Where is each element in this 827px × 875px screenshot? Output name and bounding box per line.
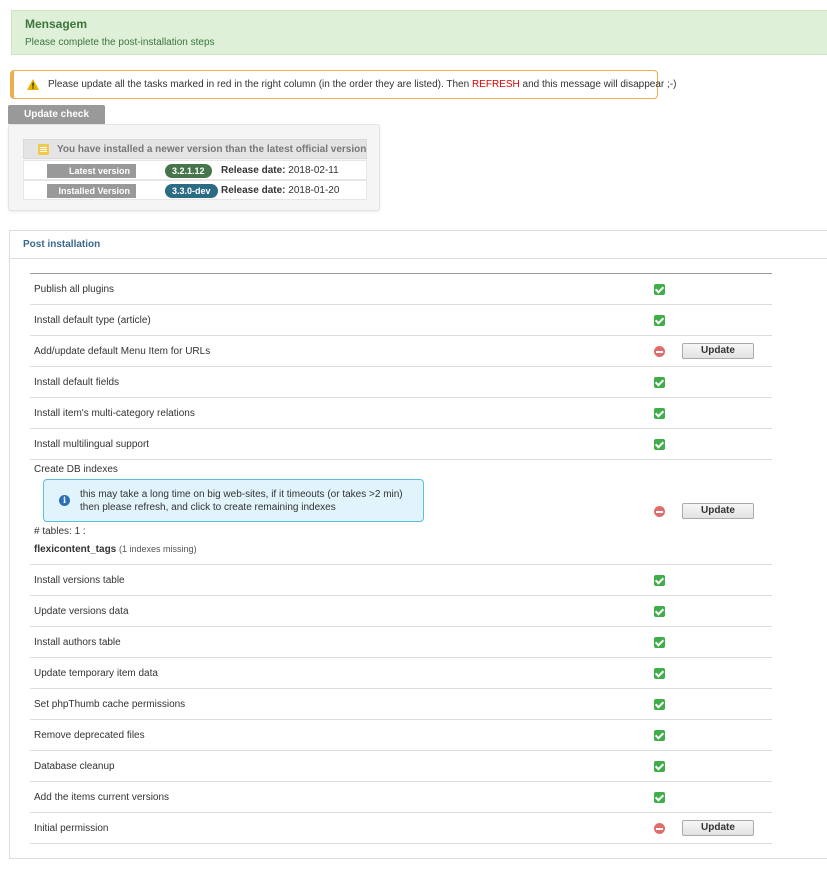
task-row: Update versions data [30,596,772,627]
task-row: Initial permission Update [30,813,772,844]
status-error-icon [654,823,665,834]
latest-version-badge: 3.2.1.12 [165,164,212,178]
task-label: Add the items current versions [34,792,170,803]
task-label: Install item's multi-category relations [34,408,195,419]
task-label: Initial permission [34,823,109,834]
message-text: Please complete the post-installation st… [25,37,215,48]
status-ok-icon [654,439,665,450]
version-notice: You have installed a newer version than … [23,139,367,159]
installed-version-badge: 3.3.0-dev [165,184,218,198]
latest-version-label: Latest version [47,164,136,178]
task-row: Update temporary item data [30,658,772,689]
task-row: Install default type (article) [30,305,772,336]
status-ok-icon [654,284,665,295]
task-label: Install versions table [34,575,125,586]
system-message: Mensagem Please complete the post-instal… [11,10,827,55]
task-label: Database cleanup [34,761,115,772]
task-row: Add/update default Menu Item for URLs Upd… [30,336,772,367]
post-installation-title: Post installation [23,239,101,250]
refresh-text: REFRESH [471,79,520,90]
installed-version-label: Installed Version [47,184,136,198]
warning-text-after: and this message will disappear ;-) [519,79,677,90]
missing-indexes: (1 indexes missing) [119,544,197,554]
db-table-entry: flexicontent_tags (1 indexes missing) [34,544,197,555]
task-label: Set phpThumb cache permissions [34,699,186,710]
db-index-info: i this may take a long time on big web-si… [43,479,424,522]
task-label: Install default fields [34,377,120,388]
task-table: Publish all plugins Install default type … [30,273,772,844]
task-label: Install authors table [34,637,121,648]
status-ok-icon [654,730,665,741]
note-icon [38,144,49,155]
task-row: Install authors table [30,627,772,658]
task-row: Database cleanup [30,751,772,782]
db-index-info-text: this may take a long time on big web-sit… [80,489,403,513]
update-task-button[interactable]: Update [682,503,754,519]
status-ok-icon [654,792,665,803]
message-title: Mensagem [25,17,88,31]
version-notice-text: You have installed a newer version than … [57,144,367,155]
post-installation-header: Post installation [10,231,827,259]
task-label: Publish all plugins [34,284,115,295]
task-row: Install default fields [30,367,772,398]
update-task-button[interactable]: Update [682,343,754,359]
task-label: Install default type (article) [34,315,151,326]
status-ok-icon [654,606,665,617]
task-label: Install multilingual support [34,439,150,450]
status-ok-icon [654,377,665,388]
warning-text: Please update all the tasks marked in re… [48,79,676,90]
task-label: Create DB indexes [34,464,118,475]
task-row: Install multilingual support [30,429,772,460]
task-label: Remove deprecated files [34,730,145,741]
task-row: Publish all plugins [30,274,772,305]
warning-alert: Please update all the tasks marked in re… [10,70,676,99]
task-row: Install item's multi-category relations [30,398,772,429]
info-icon: i [59,495,70,506]
task-row: Remove deprecated files [30,720,772,751]
task-label: Update versions data [34,606,129,617]
task-label: Add/update default Menu Item for URLs [34,346,211,357]
tables-count: # tables: 1 : [34,526,86,537]
warning-icon [27,79,39,90]
task-row: Create DB indexes Update i this may take a … [30,460,772,565]
status-ok-icon [654,637,665,648]
status-ok-icon [654,408,665,419]
update-check-panel: You have installed a newer version than … [8,124,380,211]
status-ok-icon [654,761,665,772]
warning-text-before: Please update all the tasks marked in re… [48,79,472,90]
task-row: Set phpThumb cache permissions [30,689,772,720]
status-ok-icon [654,575,665,586]
installed-release-date: Release date: 2018-01-20 [221,185,340,196]
status-ok-icon [654,315,665,326]
task-label: Update temporary item data [34,668,158,679]
task-row: Add the items current versions [30,782,772,813]
status-error-icon [654,506,665,517]
installed-version-row: Installed Version 3.3.0-dev Release date… [23,180,367,200]
update-check-button[interactable]: Update check [8,105,105,124]
latest-release-date: Release date: 2018-02-11 [221,165,339,176]
update-task-button[interactable]: Update [682,820,754,836]
status-ok-icon [654,699,665,710]
db-table-name: flexicontent_tags [34,544,117,555]
status-error-icon [654,346,665,357]
post-installation-panel: Post installation Publish all plugins Ins… [9,230,827,859]
status-ok-icon [654,668,665,679]
latest-version-row: Latest version 3.2.1.12 Release date: 20… [23,160,367,180]
task-row: Install versions table [30,565,772,596]
